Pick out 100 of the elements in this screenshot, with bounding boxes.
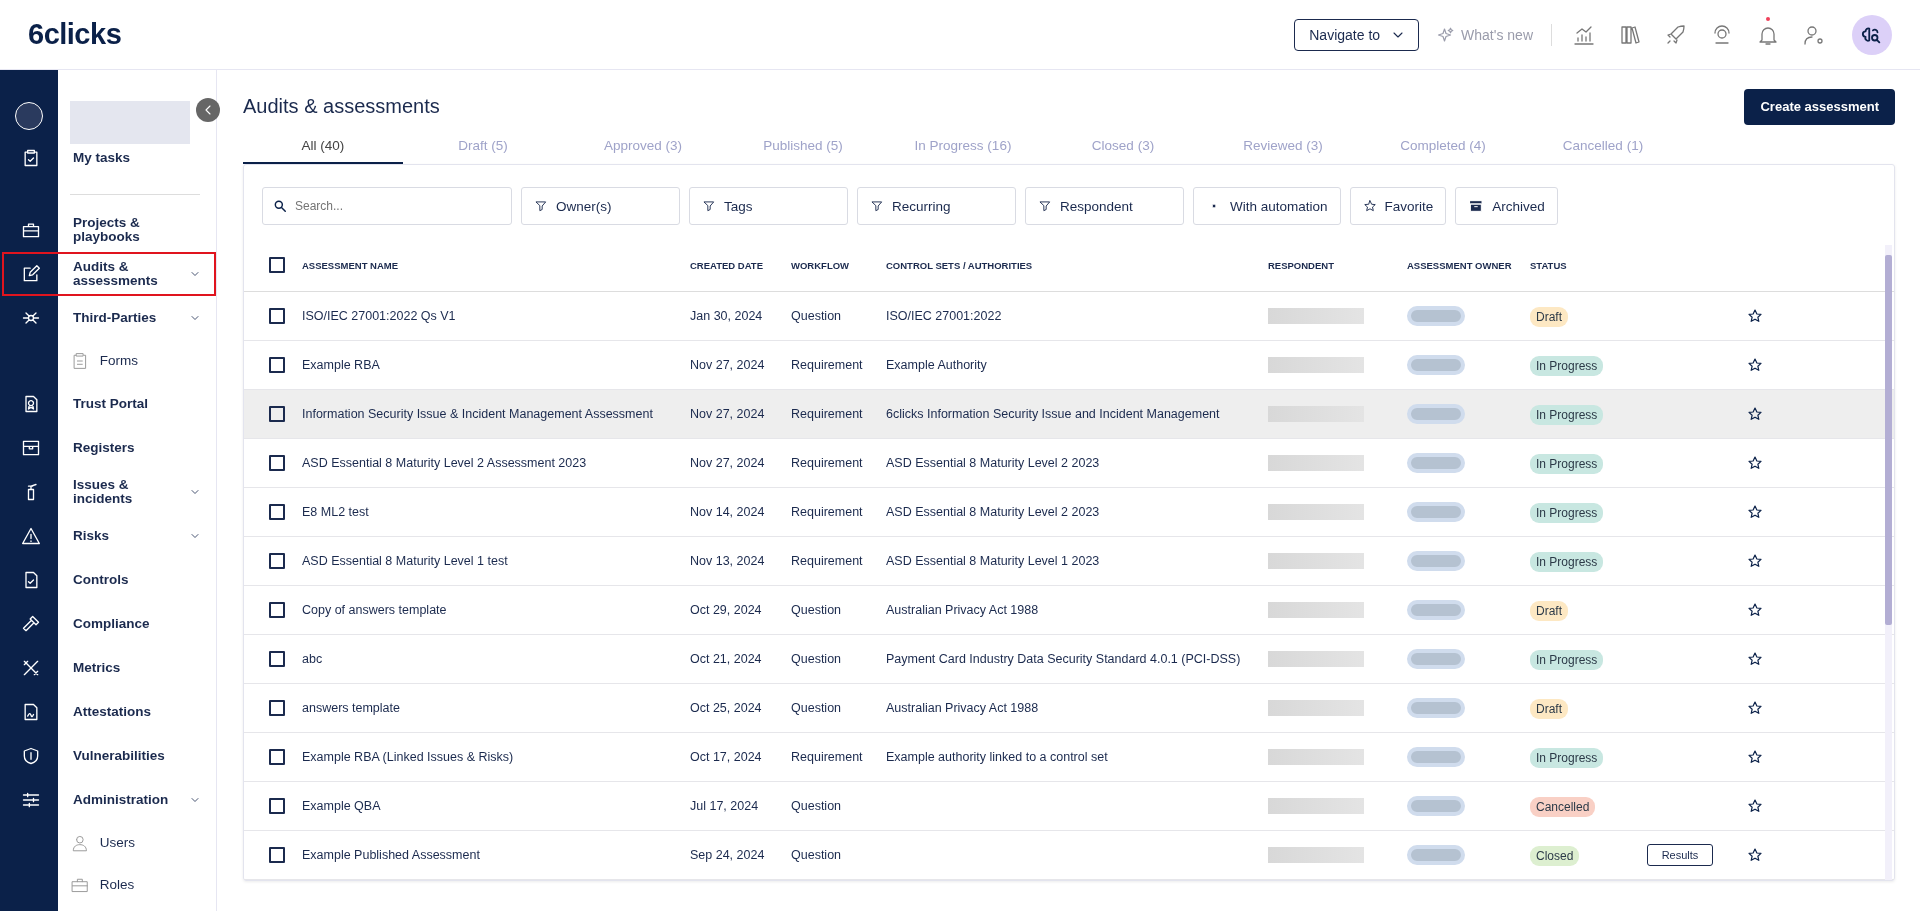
- sidebar-item[interactable]: Administration: [2, 778, 216, 822]
- sidebar-item[interactable]: Audits & assessments: [2, 252, 216, 296]
- favorite-star-icon[interactable]: [1747, 308, 1763, 324]
- sidebar-item-label: Risks: [73, 528, 111, 544]
- table-cell-text: Nov 27, 2024: [690, 456, 766, 470]
- column-header[interactable]: STATUS: [1530, 259, 1647, 271]
- table-cell-text: ASD Essential 8 Maturity Level 2 2023: [886, 456, 1101, 470]
- sidebar-item[interactable]: Controls: [2, 558, 216, 602]
- filter-button[interactable]: Owner(s): [521, 187, 680, 225]
- row-checkbox[interactable]: [269, 749, 285, 765]
- favorite-star-icon[interactable]: [1747, 700, 1763, 716]
- redacted-avatar-chip: [1407, 551, 1465, 571]
- favorite-star-icon[interactable]: [1747, 406, 1763, 422]
- sidebar-item[interactable]: Projects & playbooks: [2, 208, 216, 252]
- column-header[interactable]: ASSESSMENT NAME: [302, 259, 690, 271]
- assessment-name-link[interactable]: abc: [302, 652, 690, 666]
- sidebar-item[interactable]: Third-Parties: [2, 296, 216, 340]
- favorite-star-icon[interactable]: [1747, 504, 1763, 520]
- sidebar-item[interactable]: My tasks: [73, 150, 189, 166]
- filter-button[interactable]: Tags: [689, 187, 848, 225]
- column-header[interactable]: RESPONDENT: [1268, 259, 1407, 271]
- favorite-star-icon[interactable]: [1747, 798, 1763, 814]
- scrollbar[interactable]: [1885, 245, 1892, 880]
- sidebar-item[interactable]: Risks: [2, 514, 216, 558]
- column-header[interactable]: WORKFLOW: [791, 259, 886, 271]
- assessment-name-link[interactable]: ASD Essential 8 Maturity Level 1 test: [302, 554, 690, 568]
- box-icon[interactable]: [21, 438, 41, 458]
- toggle-button[interactable]: With automation: [1193, 187, 1341, 225]
- assessment-name-link[interactable]: E8 ML2 test: [302, 505, 690, 519]
- favorite-star-icon[interactable]: [1747, 749, 1763, 765]
- assessment-name-link[interactable]: Example RBA (Linked Issues & Risks): [302, 750, 690, 764]
- column-header[interactable]: CREATED DATE: [690, 259, 791, 271]
- logo[interactable]: 6clicks: [28, 18, 122, 51]
- assessment-name-link[interactable]: Copy of answers template: [302, 603, 690, 617]
- favorite-star-icon[interactable]: [1747, 651, 1763, 667]
- row-checkbox[interactable]: [269, 700, 285, 716]
- sidebar-item[interactable]: Vulnerabilities: [2, 734, 216, 778]
- assessment-name-link[interactable]: ASD Essential 8 Maturity Level 2 Assessment 2023: [302, 456, 690, 470]
- table-cell-text: Payment Card Industry Data Security Standard 4.0.1 (PCI-DSS): [886, 652, 1242, 666]
- assessment-name-link[interactable]: answers template: [302, 701, 690, 715]
- table-cell-text: Question: [791, 799, 843, 813]
- redacted-avatar-chip: [1407, 502, 1465, 522]
- sidebar-item[interactable]: Compliance: [2, 602, 216, 646]
- row-checkbox[interactable]: [269, 308, 285, 324]
- row-checkbox[interactable]: [269, 357, 285, 373]
- sidebar-item[interactable]: Attestations: [2, 690, 216, 734]
- avatar-circle[interactable]: [15, 102, 43, 130]
- redacted-avatar-chip: [1407, 453, 1465, 473]
- favorite-star-icon[interactable]: [1747, 357, 1763, 373]
- gavel-icon[interactable]: [21, 614, 41, 634]
- sidebar-item[interactable]: Metrics: [2, 646, 216, 690]
- assessment-name-link[interactable]: Information Security Issue & Incident Management Assessment: [302, 407, 690, 421]
- row-checkbox[interactable]: [269, 602, 285, 618]
- favorite-star-icon[interactable]: [1747, 455, 1763, 471]
- row-checkbox[interactable]: [269, 798, 285, 814]
- table-cell-text: ASD Essential 8 Maturity Level 1 2023: [886, 554, 1101, 568]
- navigate-to-dropdown[interactable]: Navigate to: [1294, 18, 1420, 51]
- assessment-name-link[interactable]: Example Published Assessment: [302, 848, 690, 862]
- sliders-icon[interactable]: [21, 790, 41, 810]
- sidebar-subitem[interactable]: Forms: [2, 340, 216, 382]
- assessment-name-link[interactable]: ISO/IEC 27001:2022 Qs V1: [302, 309, 690, 323]
- row-checkbox[interactable]: [269, 553, 285, 569]
- warning-icon[interactable]: [21, 526, 41, 546]
- tools-icon[interactable]: [21, 658, 41, 678]
- favorite-star-icon[interactable]: [1747, 602, 1763, 618]
- search-icon: [273, 199, 287, 213]
- column-header[interactable]: ASSESSMENT OWNER: [1407, 259, 1530, 271]
- favorite-star-icon[interactable]: [1747, 553, 1763, 569]
- select-all-checkbox[interactable]: [269, 257, 285, 273]
- row-checkbox[interactable]: [269, 455, 285, 471]
- table-cell-text: Nov 27, 2024: [690, 358, 766, 372]
- sidebar-item[interactable]: Issues & incidents: [2, 470, 216, 514]
- sparkle-icon: [1437, 25, 1456, 44]
- sidebar-item[interactable]: Registers: [2, 426, 216, 470]
- toggle-button[interactable]: Archived: [1455, 187, 1558, 225]
- sidebar-item-label: Administration: [73, 792, 170, 808]
- sidebar-subitem[interactable]: Roles: [2, 864, 216, 906]
- toggle-button[interactable]: Favorite: [1349, 187, 1447, 225]
- status-badge: In Progress: [1530, 503, 1604, 523]
- favorite-star-icon[interactable]: [1747, 847, 1763, 863]
- ai-assistant-icon[interactable]: [1852, 14, 1892, 55]
- column-header[interactable]: CONTROL SETS / AUTHORITIES: [886, 259, 1268, 271]
- collapse-sidebar-button[interactable]: [196, 98, 220, 122]
- create-assessment-button[interactable]: Create assessment: [1744, 88, 1895, 125]
- filter-button[interactable]: Respondent: [1025, 187, 1184, 225]
- assessment-name-link[interactable]: Example RBA: [302, 358, 690, 372]
- row-checkbox[interactable]: [269, 847, 285, 863]
- edit-icon[interactable]: [21, 264, 41, 284]
- sidebar-item[interactable]: Trust Portal: [2, 382, 216, 426]
- row-checkbox[interactable]: [269, 651, 285, 667]
- row-checkbox[interactable]: [269, 504, 285, 520]
- assessment-name-link[interactable]: Example QBA: [302, 799, 690, 813]
- results-button[interactable]: Results: [1647, 844, 1713, 866]
- row-checkbox[interactable]: [269, 406, 285, 422]
- search-field[interactable]: Search...: [262, 187, 512, 225]
- filter-button[interactable]: Recurring: [857, 187, 1016, 225]
- tab[interactable]: All (40): [243, 129, 403, 164]
- table-cell-text: Requirement: [791, 505, 864, 519]
- shield-icon[interactable]: [21, 746, 41, 766]
- sidebar-subitem[interactable]: Users: [2, 822, 216, 864]
